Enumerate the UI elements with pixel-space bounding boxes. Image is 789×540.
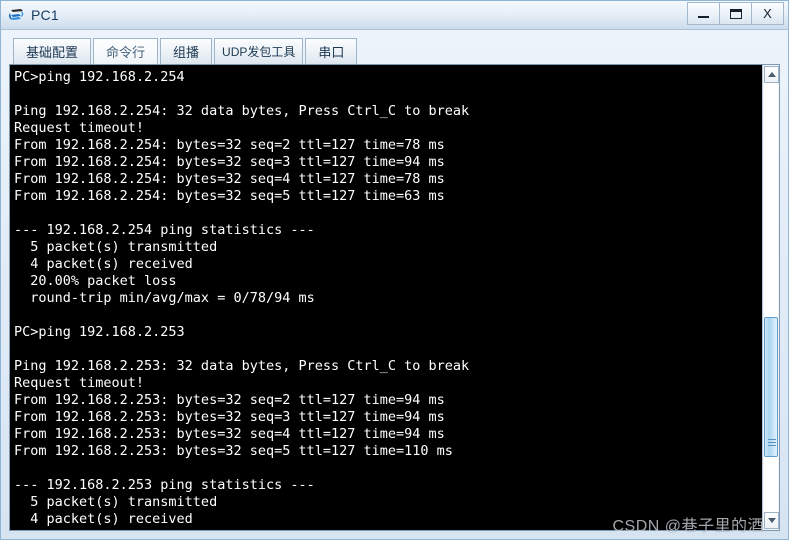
pc1-window: PC1 X 基础配置 命令行 组播 UDP发包工具 串口 PC>ping 192… bbox=[0, 0, 789, 540]
terminal-line: From 192.168.2.254: bytes=32 seq=2 ttl=1… bbox=[14, 137, 445, 153]
terminal-line: Request timeout! bbox=[14, 120, 145, 136]
terminal-line: --- 192.168.2.253 ping statistics --- bbox=[14, 477, 315, 493]
terminal-line: Ping 192.168.2.254: 32 data bytes, Press… bbox=[14, 103, 470, 119]
terminal-line: Ping 192.168.2.253: 32 data bytes, Press… bbox=[14, 358, 470, 374]
terminal-line: round-trip min/avg/max = 0/78/94 ms bbox=[14, 290, 315, 306]
minimize-icon bbox=[698, 16, 709, 18]
scroll-down-arrow-button[interactable] bbox=[764, 512, 779, 529]
tab-strip: 基础配置 命令行 组播 UDP发包工具 串口 bbox=[9, 36, 780, 64]
tab-label: 命令行 bbox=[106, 45, 146, 60]
maximize-button[interactable] bbox=[719, 2, 752, 25]
close-button[interactable]: X bbox=[751, 2, 784, 25]
tab-label: 组播 bbox=[173, 45, 200, 60]
terminal-output[interactable]: PC>ping 192.168.2.254 Ping 192.168.2.254… bbox=[10, 65, 762, 530]
terminal-line: 5 packet(s) transmitted bbox=[14, 494, 218, 510]
terminal-line: PC>ping 192.168.2.254 bbox=[14, 69, 185, 85]
terminal-line: From 192.168.2.253: bytes=32 seq=3 ttl=1… bbox=[14, 409, 445, 425]
client-area: 基础配置 命令行 组播 UDP发包工具 串口 PC>ping 192.168.2… bbox=[1, 30, 788, 539]
tab-label: 基础配置 bbox=[26, 45, 79, 60]
tab-basic-config[interactable]: 基础配置 bbox=[13, 38, 92, 64]
terminal-line: From 192.168.2.254: bytes=32 seq=3 ttl=1… bbox=[14, 154, 445, 170]
terminal-line: From 192.168.2.253: bytes=32 seq=5 ttl=1… bbox=[14, 443, 453, 459]
window-controls: X bbox=[687, 2, 784, 25]
scrollbar-grip-icon bbox=[768, 439, 776, 446]
tab-command-line[interactable]: 命令行 bbox=[93, 38, 159, 64]
title-bar: PC1 X bbox=[1, 1, 788, 30]
tab-label: 串口 bbox=[318, 45, 345, 60]
terminal-line: PC>ping 192.168.2.253 bbox=[14, 324, 185, 340]
terminal-line: From 192.168.2.254: bytes=32 seq=4 ttl=1… bbox=[14, 171, 445, 187]
window-title: PC1 bbox=[31, 7, 59, 23]
chevron-up-icon bbox=[767, 72, 776, 77]
scrollbar-thumb[interactable] bbox=[764, 317, 778, 457]
vertical-scrollbar[interactable] bbox=[762, 65, 779, 530]
maximize-icon bbox=[729, 8, 742, 19]
chevron-down-icon bbox=[767, 518, 776, 523]
terminal-line: From 192.168.2.253: bytes=32 seq=4 ttl=1… bbox=[14, 426, 445, 442]
terminal-line: 5 packet(s) transmitted bbox=[14, 239, 218, 255]
close-icon: X bbox=[763, 6, 772, 21]
terminal-line: From 192.168.2.254: bytes=32 seq=5 ttl=1… bbox=[14, 188, 445, 204]
terminal-line: From 192.168.2.253: bytes=32 seq=2 ttl=1… bbox=[14, 392, 445, 408]
scroll-up-arrow-button[interactable] bbox=[764, 66, 779, 83]
terminal-line: Request timeout! bbox=[14, 375, 145, 391]
terminal-line: 20.00% packet loss bbox=[14, 273, 177, 289]
tab-serial-port[interactable]: 串口 bbox=[305, 38, 358, 64]
terminal-line: --- 192.168.2.254 ping statistics --- bbox=[14, 222, 315, 238]
tab-multicast[interactable]: 组播 bbox=[160, 38, 213, 64]
minimize-button[interactable] bbox=[687, 2, 720, 25]
tab-udp-tool[interactable]: UDP发包工具 bbox=[214, 38, 304, 64]
pc-device-icon bbox=[8, 6, 26, 24]
terminal-panel: PC>ping 192.168.2.254 Ping 192.168.2.254… bbox=[9, 64, 780, 531]
tab-label: UDP发包工具 bbox=[222, 45, 296, 59]
terminal-line: 4 packet(s) received bbox=[14, 256, 193, 272]
terminal-line: 4 packet(s) received bbox=[14, 511, 193, 527]
